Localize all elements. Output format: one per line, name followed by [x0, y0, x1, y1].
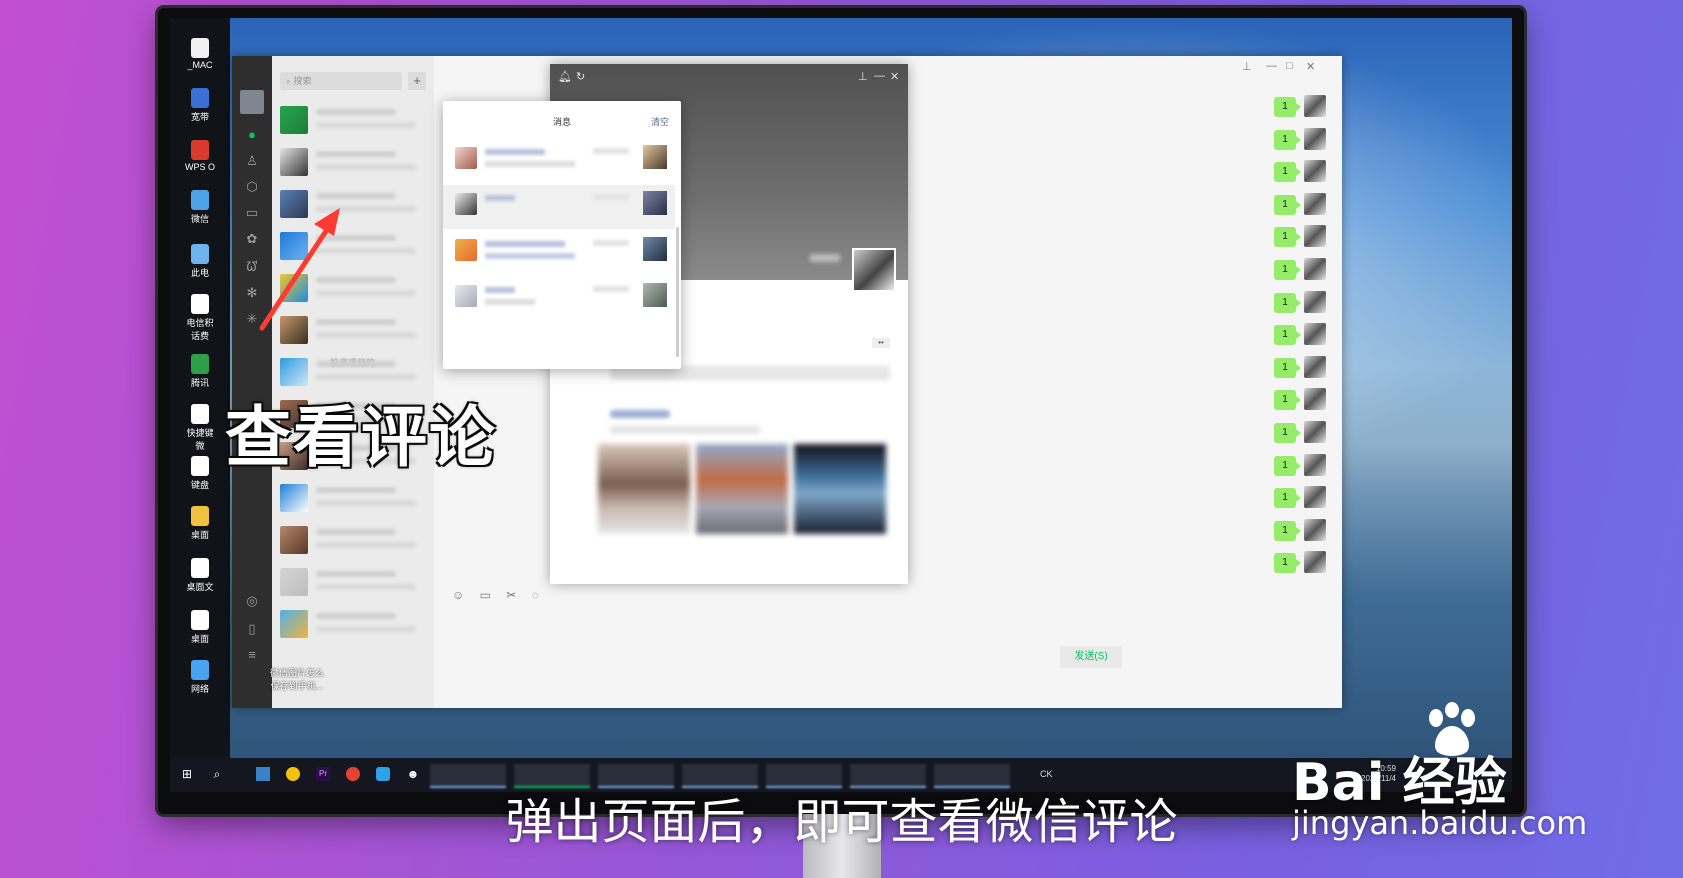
watermark-url: jingyan.baidu.com — [1292, 804, 1588, 842]
baidu-jingyan-watermark: Bai 经验 jingyan.baidu.com — [1290, 702, 1630, 844]
annotation-label: 查看评论 — [225, 399, 497, 476]
